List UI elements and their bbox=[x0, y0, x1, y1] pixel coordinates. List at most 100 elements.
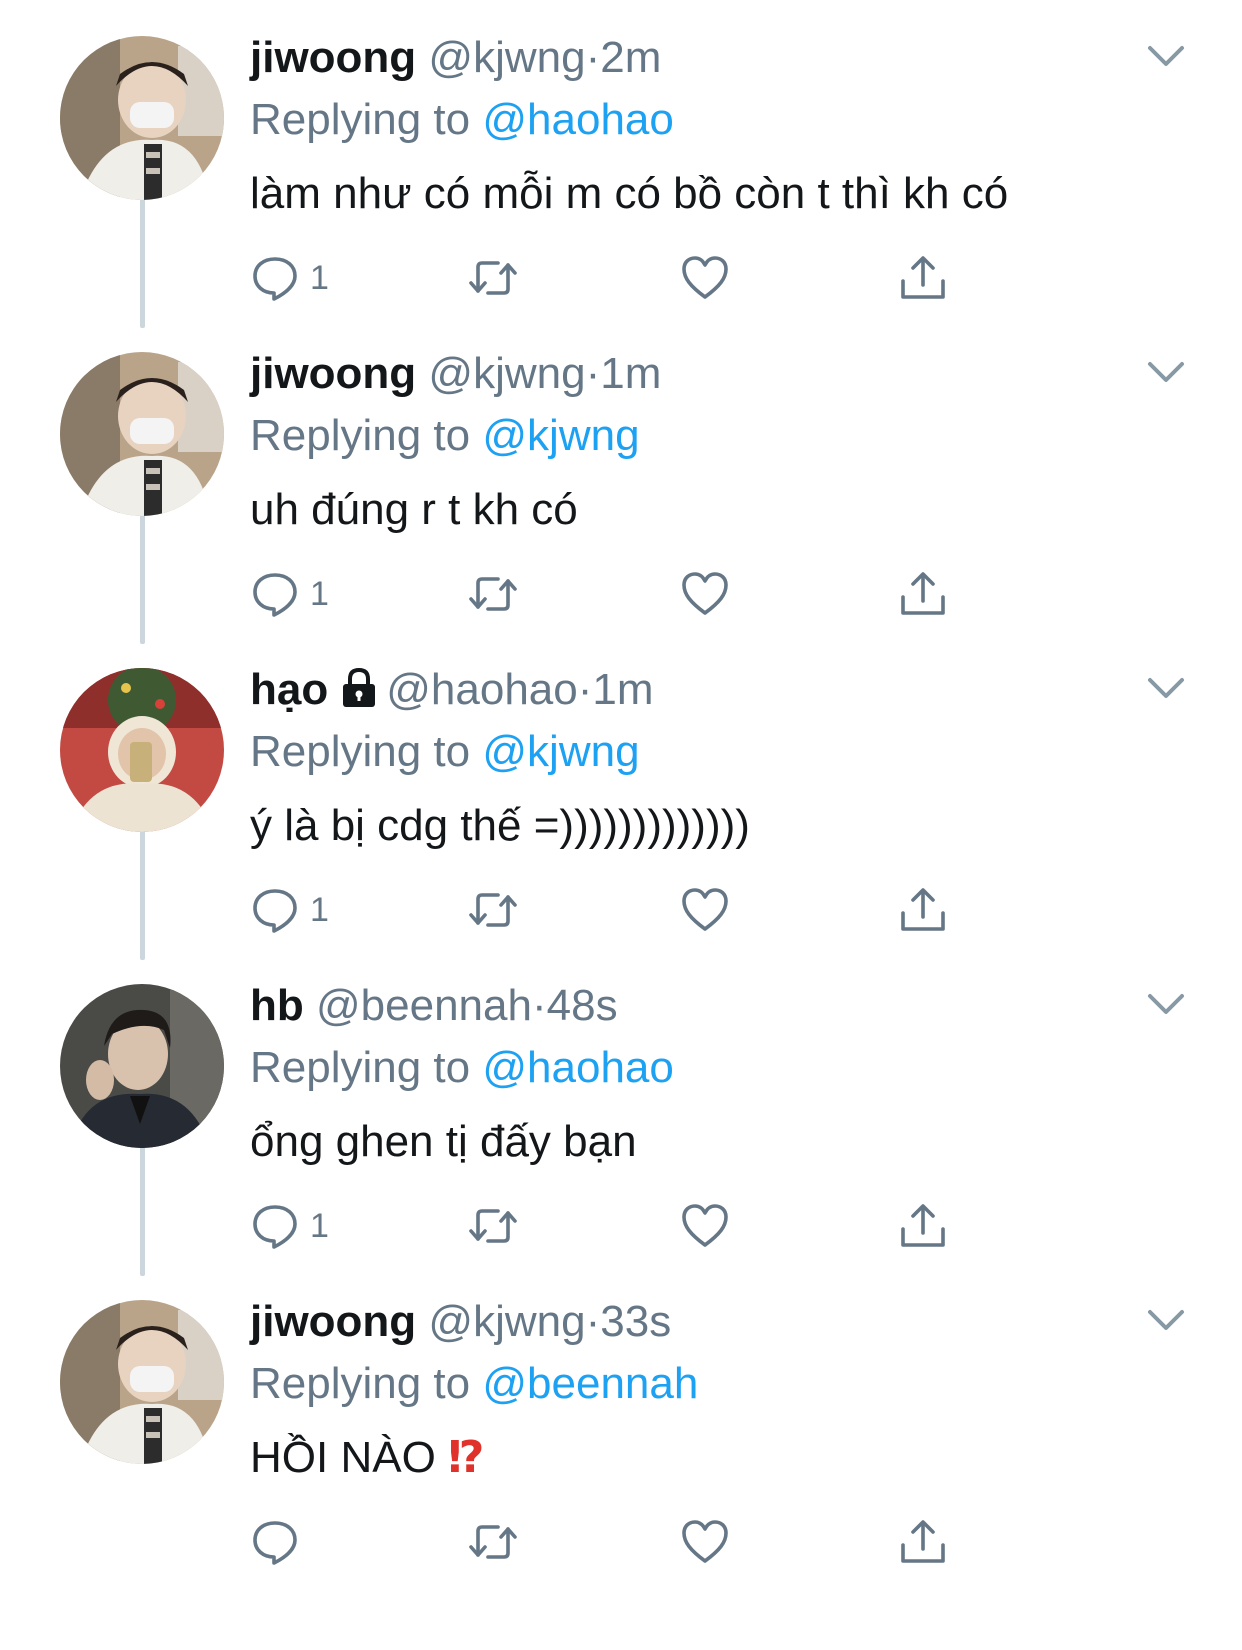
separator-dot: · bbox=[531, 981, 547, 1030]
handle[interactable]: @kjwng bbox=[428, 1297, 585, 1346]
share-icon bbox=[901, 572, 945, 615]
mention-link[interactable]: @beennah bbox=[482, 1359, 698, 1408]
retweet-button[interactable] bbox=[468, 1514, 518, 1570]
replying-to-label: Replying to bbox=[250, 411, 471, 460]
separator-dot: · bbox=[585, 33, 601, 82]
tweet[interactable]: jiwoong @kjwng·1m Replying to @kjwng uh … bbox=[0, 326, 1242, 656]
tweet-actions bbox=[250, 1514, 1010, 1570]
share-button[interactable] bbox=[898, 250, 948, 306]
tweet-actions: 1 bbox=[250, 566, 1010, 622]
share-button[interactable] bbox=[898, 1514, 948, 1570]
thread-connector bbox=[140, 1142, 145, 1276]
avatar[interactable] bbox=[60, 984, 224, 1148]
avatar[interactable] bbox=[60, 352, 224, 516]
mention-link[interactable]: @kjwng bbox=[482, 411, 639, 460]
tweet[interactable]: jiwoong @kjwng·2m Replying to @haohao là… bbox=[0, 10, 1242, 340]
jiwoong-avatar-image bbox=[60, 36, 224, 200]
replying-to: Replying to @haohao bbox=[250, 1040, 674, 1096]
tweet[interactable]: hạo @haohao·1m Replying to @kjwng ý là b… bbox=[0, 642, 1242, 972]
thread-connector bbox=[140, 826, 145, 960]
separator-dot: · bbox=[577, 665, 593, 714]
timestamp[interactable]: 48s bbox=[547, 981, 618, 1030]
chevron-down-icon[interactable] bbox=[1146, 42, 1186, 70]
avatar[interactable] bbox=[60, 668, 224, 832]
replying-to-label: Replying to bbox=[250, 95, 471, 144]
share-button[interactable] bbox=[898, 882, 948, 938]
retweet-button[interactable] bbox=[468, 1198, 518, 1254]
tweet-header: jiwoong @kjwng·1m bbox=[250, 346, 661, 402]
tweet-header: hb @beennah·48s bbox=[250, 978, 618, 1034]
timestamp[interactable]: 1m bbox=[600, 349, 661, 398]
retweet-icon bbox=[469, 1525, 517, 1559]
tweet-actions: 1 bbox=[250, 1198, 1010, 1254]
retweet-button[interactable] bbox=[468, 250, 518, 306]
like-button[interactable] bbox=[680, 1514, 730, 1570]
separator-dot: · bbox=[585, 349, 601, 398]
share-button[interactable] bbox=[898, 566, 948, 622]
share-button[interactable] bbox=[898, 1198, 948, 1254]
tweet-text: uh đúng r t kh có bbox=[250, 485, 578, 534]
retweet-icon bbox=[469, 893, 517, 927]
like-button[interactable] bbox=[680, 882, 730, 938]
reply-button[interactable]: 1 bbox=[250, 1198, 329, 1254]
separator-dot: · bbox=[585, 1297, 601, 1346]
exclamation-question-emoji: ⁉ bbox=[448, 1433, 485, 1482]
retweet-icon bbox=[469, 577, 517, 611]
handle[interactable]: @haohao bbox=[386, 665, 578, 714]
mention-link[interactable]: @haohao bbox=[482, 1043, 674, 1092]
like-button[interactable] bbox=[680, 1198, 730, 1254]
handle[interactable]: @kjwng bbox=[428, 349, 585, 398]
reply-button[interactable]: 1 bbox=[250, 250, 329, 306]
share-icon bbox=[901, 888, 945, 931]
tweet-actions: 1 bbox=[250, 882, 1010, 938]
retweet-button[interactable] bbox=[468, 882, 518, 938]
handle[interactable]: @beennah bbox=[316, 981, 532, 1030]
jiwoong-avatar-image bbox=[60, 352, 224, 516]
display-name[interactable]: hạo bbox=[250, 665, 328, 714]
mention-link[interactable]: @haohao bbox=[482, 95, 674, 144]
speech-bubble-icon bbox=[253, 573, 297, 617]
like-button[interactable] bbox=[680, 250, 730, 306]
like-button[interactable] bbox=[680, 566, 730, 622]
tweet[interactable]: jiwoong @kjwng·33s Replying to @beennah … bbox=[0, 1274, 1242, 1604]
chevron-down-icon[interactable] bbox=[1146, 1306, 1186, 1334]
chevron-down-icon[interactable] bbox=[1146, 674, 1186, 702]
chevron-down-icon[interactable] bbox=[1146, 358, 1186, 386]
chevron-down-icon[interactable] bbox=[1146, 990, 1186, 1018]
tweet-text: làm như có mỗi m có bồ còn t thì kh có bbox=[250, 169, 1009, 218]
heart-icon bbox=[682, 1520, 728, 1563]
replying-to: Replying to @kjwng bbox=[250, 724, 640, 780]
avatar[interactable] bbox=[60, 1300, 224, 1464]
retweet-button[interactable] bbox=[468, 566, 518, 622]
speech-bubble-icon bbox=[253, 889, 297, 933]
replying-to: Replying to @beennah bbox=[250, 1356, 698, 1412]
display-name[interactable]: hb bbox=[250, 981, 304, 1030]
reply-button[interactable]: 1 bbox=[250, 882, 329, 938]
heart-icon bbox=[682, 256, 728, 299]
thread-connector bbox=[140, 510, 145, 644]
tweet[interactable]: hb @beennah·48s Replying to @haohao ổng … bbox=[0, 958, 1242, 1288]
timestamp[interactable]: 1m bbox=[592, 665, 653, 714]
reply-button[interactable] bbox=[250, 1514, 310, 1570]
reply-button[interactable]: 1 bbox=[250, 566, 329, 622]
heart-icon bbox=[682, 572, 728, 615]
timestamp[interactable]: 33s bbox=[600, 1297, 671, 1346]
avatar[interactable] bbox=[60, 36, 224, 200]
thread-connector bbox=[140, 194, 145, 328]
replying-to: Replying to @haohao bbox=[250, 92, 674, 148]
tweet-text: HỒI NÀO ⁉ bbox=[250, 1430, 485, 1486]
share-icon bbox=[901, 256, 945, 299]
timestamp[interactable]: 2m bbox=[600, 33, 661, 82]
display-name[interactable]: jiwoong bbox=[250, 349, 416, 398]
speech-bubble-icon bbox=[253, 257, 297, 301]
display-name[interactable]: jiwoong bbox=[250, 1297, 416, 1346]
tweet-actions: 1 bbox=[250, 250, 1010, 306]
display-name[interactable]: jiwoong bbox=[250, 33, 416, 82]
reply-count: 1 bbox=[310, 890, 329, 929]
mention-link[interactable]: @kjwng bbox=[482, 727, 639, 776]
heart-icon bbox=[682, 888, 728, 931]
replying-to: Replying to @kjwng bbox=[250, 408, 640, 464]
tweet-header: jiwoong @kjwng·2m bbox=[250, 30, 661, 86]
retweet-icon bbox=[469, 261, 517, 295]
handle[interactable]: @kjwng bbox=[428, 33, 585, 82]
